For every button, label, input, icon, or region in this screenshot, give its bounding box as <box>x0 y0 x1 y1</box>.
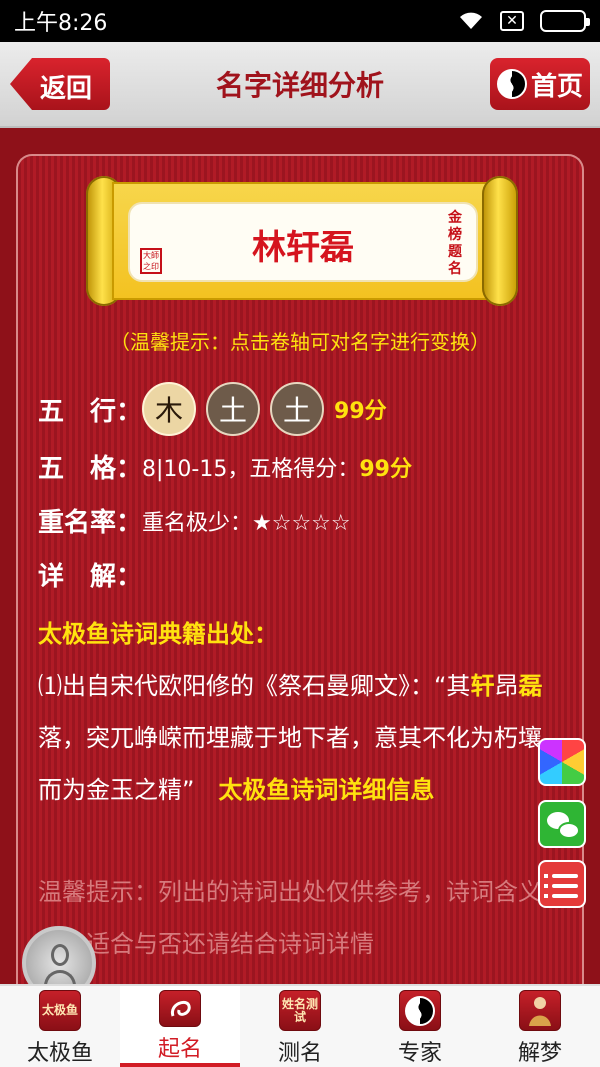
content-panel[interactable]: 大師之印 林轩磊 金榜题名 （温馨提示：点击卷轴可对名字进行变换） 五 行： 木… <box>16 154 584 984</box>
sim-icon: ✕ <box>500 11 524 31</box>
nav-ceming[interactable]: 姓名测试 测名 <box>240 986 360 1067</box>
chongming-row: 重名率： 重名极少：★☆☆☆☆ <box>38 502 351 539</box>
xiangjie-row: 详 解： <box>38 556 142 593</box>
user-icon <box>51 944 69 966</box>
poem-part: ⑴出自宋代欧阳修的《祭石曼卿文》：“其 <box>38 672 471 700</box>
nav-jiemeng[interactable]: 解梦 <box>480 986 600 1067</box>
chongming-value: 重名极少：★☆☆☆☆ <box>142 510 351 536</box>
poem-source-title: 太极鱼诗词典籍出处： <box>38 620 278 648</box>
scroll-rod-right <box>482 176 518 306</box>
nav-label: 专家 <box>397 1041 442 1066</box>
xiangjie-label: 详 解： <box>38 562 143 592</box>
element-badge: 土 <box>206 382 261 436</box>
warm-tip: 温馨提示：列出的诗词出处仅供参考，诗词含义深远，适合与否还请结合诗词详情 <box>38 878 566 958</box>
poem-highlight: 轩 <box>470 672 495 700</box>
wuge-value: 8|10-15，五格得分： <box>142 456 360 482</box>
wuxing-row: 五 行： 木 土 土 99分 <box>38 382 387 436</box>
yin-yang-icon <box>399 990 441 1031</box>
brush-icon <box>159 990 201 1027</box>
scroll-vertical-text: 金榜题名 <box>448 210 462 277</box>
home-button[interactable]: 首页 <box>490 58 590 110</box>
sage-icon <box>519 990 561 1031</box>
poem-detail-link[interactable]: 太极鱼诗词详细信息 <box>218 776 434 804</box>
wifi-icon <box>458 11 484 31</box>
nav-qiming[interactable]: 起名 <box>120 986 240 1067</box>
moments-share-icon[interactable] <box>538 738 586 786</box>
name-test-icon: 姓名测试 <box>279 990 321 1031</box>
yin-yang-icon <box>496 69 527 99</box>
status-bar: 上午8:26 ✕ <box>0 0 600 42</box>
element-badge: 木 <box>142 382 197 436</box>
wuxing-label: 五 行： <box>38 396 143 427</box>
wuge-row: 五 格： 8|10-15，五格得分： 99分 <box>38 448 412 485</box>
poem-part: 昂 <box>494 672 519 700</box>
header-bar: 返回 名字详细分析 首页 <box>0 42 600 128</box>
nav-label: 测名 <box>277 1041 322 1066</box>
name-text: 林轩磊 <box>252 228 354 268</box>
status-icons: ✕ <box>458 10 590 32</box>
wuge-label: 五 格： <box>38 454 143 484</box>
wechat-share-icon[interactable] <box>538 800 586 848</box>
poem-highlight: 磊 <box>518 672 543 700</box>
scroll-inner: 大師之印 林轩磊 金榜题名 <box>128 202 478 282</box>
menu-list-icon[interactable] <box>538 860 586 908</box>
nav-label: 解梦 <box>517 1041 562 1066</box>
home-button-label: 首页 <box>530 71 583 102</box>
status-time: 上午8:26 <box>14 11 108 36</box>
scroll-tip: （温馨提示：点击卷轴可对名字进行变换） <box>110 330 490 354</box>
poem-text: ⑴出自宋代欧阳修的《祭石曼卿文》：“其轩昂磊落，突兀峥嵘而埋藏于地下者，意其不化… <box>38 660 566 816</box>
name-scroll[interactable]: 大師之印 林轩磊 金榜题名 <box>86 176 518 306</box>
taiji-logo-icon: 太极鱼 <box>39 990 81 1031</box>
chongming-label: 重名率： <box>38 508 143 538</box>
nav-label: 太极鱼 <box>26 1041 93 1066</box>
wuxing-score: 99分 <box>334 399 387 424</box>
element-badge: 土 <box>270 382 325 436</box>
battery-icon <box>540 10 590 32</box>
scroll-paper: 大師之印 林轩磊 金榜题名 <box>112 182 492 300</box>
wuge-score: 99分 <box>359 456 412 482</box>
nav-label: 起名 <box>157 1037 202 1062</box>
nav-taijiyu[interactable]: 太极鱼 太极鱼 <box>0 986 120 1067</box>
bottom-nav: 太极鱼 太极鱼 起名 姓名测试 测名 专家 解梦 <box>0 984 600 1067</box>
nav-zhuanjia[interactable]: 专家 <box>360 986 480 1067</box>
